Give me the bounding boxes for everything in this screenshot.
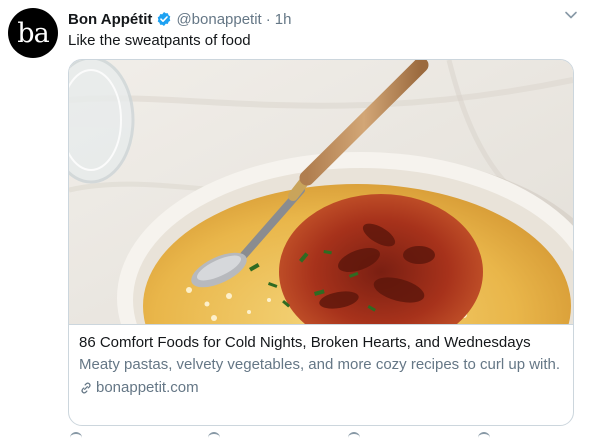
author-handle[interactable]: @bonappetit (176, 11, 261, 28)
retweet-icon[interactable] (208, 432, 220, 442)
link-icon (81, 382, 91, 393)
author-name[interactable]: Bon Appétit (68, 11, 152, 28)
chevron-down-icon[interactable] (564, 8, 578, 22)
reply-icon[interactable] (70, 432, 82, 442)
tweet-timestamp[interactable]: 1h (275, 11, 292, 28)
share-icon[interactable] (478, 432, 490, 442)
card-image[interactable] (69, 60, 573, 425)
card-domain[interactable]: bonappetit.com (79, 379, 563, 396)
like-icon[interactable] (348, 432, 360, 442)
avatar[interactable]: ba (8, 8, 58, 58)
card-body: 86 Comfort Foods for Cold Nights, Broken… (79, 333, 563, 396)
card-domain-text: bonappetit.com (96, 379, 199, 396)
link-card[interactable]: 86 Comfort Foods for Cold Nights, Broken… (68, 59, 574, 426)
tweet-header: Bon Appétit @bonappetit · 1h (68, 9, 291, 29)
polenta-bowl-photo (69, 60, 573, 425)
tweet-text: Like the sweatpants of food (68, 32, 251, 49)
card-description: Meaty pastas, velvety vegetables, and mo… (79, 356, 561, 373)
card-title[interactable]: 86 Comfort Foods for Cold Nights, Broken… (79, 333, 563, 353)
separator-dot: · (265, 10, 271, 28)
verified-badge-icon (158, 12, 171, 26)
